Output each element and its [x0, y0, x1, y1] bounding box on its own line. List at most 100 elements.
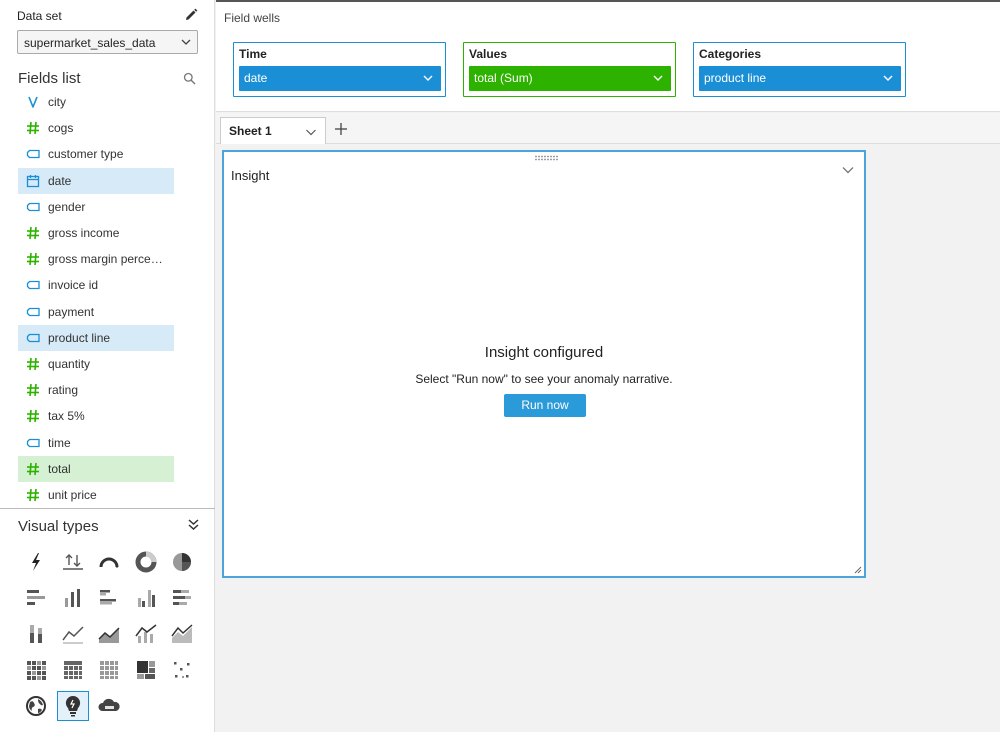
field-item-label: rating [48, 383, 79, 398]
field-item-label: gender [48, 199, 86, 214]
dataset-select-value: supermarket_sales_data [24, 36, 156, 50]
pivot-table-icon [63, 661, 82, 679]
categories-well-field[interactable]: product line [699, 66, 901, 91]
field-item-label: gross income [48, 226, 120, 241]
pencil-icon[interactable] [183, 7, 199, 23]
tab-sheet-1[interactable]: Sheet 1 [220, 117, 326, 144]
categories-well-title: Categories [699, 47, 762, 61]
measure-field-icon [27, 462, 39, 475]
scatter-plot-icon [174, 662, 190, 678]
resize-handle-icon[interactable] [854, 566, 862, 574]
field-item-label: customer type [48, 147, 124, 162]
visual-type-tree-map[interactable] [130, 655, 162, 685]
field-item[interactable]: quantity [18, 351, 174, 377]
visual-type-autograph[interactable] [20, 547, 52, 577]
drag-handle-icon[interactable] [534, 155, 558, 161]
field-item[interactable]: gross income [18, 220, 174, 246]
measure-field-icon [27, 410, 39, 423]
chevron-down-icon [653, 75, 663, 81]
field-item[interactable]: payment [18, 299, 174, 325]
dataset-select[interactable]: supermarket_sales_data [17, 30, 198, 54]
chevron-down-icon [883, 75, 893, 81]
combo-line-chart-icon [171, 624, 193, 643]
geo-field-icon [28, 96, 38, 108]
chevron-down-icon[interactable] [305, 126, 317, 138]
dimension-field-icon [26, 307, 40, 316]
field-item[interactable]: gross margin perce… [18, 246, 174, 272]
plus-icon[interactable] [334, 122, 348, 136]
measure-field-icon [27, 226, 39, 240]
fields-list-title: Fields list [18, 70, 81, 87]
chevron-down-icon [181, 39, 191, 45]
time-well-value: date [244, 71, 268, 85]
visual-type-line-chart[interactable] [57, 619, 89, 649]
field-item[interactable]: date [18, 167, 174, 194]
chevron-down-icon[interactable] [842, 164, 854, 176]
visual-type-clustered-horizontal-bar[interactable] [93, 583, 125, 613]
insight-lightbulb-icon [65, 695, 80, 717]
visual-type-geospatial-map[interactable] [20, 691, 52, 721]
field-item-label: payment [48, 304, 95, 319]
values-well-field[interactable]: total (Sum) [469, 66, 671, 91]
field-wells-bar: Field wells Time date Values total (Sum)… [216, 0, 1000, 112]
values-well-title: Values [469, 47, 508, 61]
field-item-label: date [48, 173, 72, 188]
categories-well-value: product line [704, 71, 767, 85]
double-chevron-down-icon[interactable] [187, 518, 200, 531]
field-item-label: cogs [48, 121, 74, 136]
field-item[interactable]: rating [18, 377, 174, 403]
area-line-chart-icon [98, 627, 120, 643]
measure-field-icon [27, 253, 39, 266]
visual-type-clustered-vertical-bar[interactable] [130, 583, 162, 613]
field-item-label: total [48, 461, 71, 476]
heat-map-icon [27, 661, 46, 680]
field-item[interactable]: cogs [18, 115, 174, 141]
visual-type-scatter-plot[interactable] [166, 655, 198, 685]
field-item[interactable]: city [18, 89, 174, 115]
field-wells-title: Field wells [224, 11, 281, 25]
visual-type-stacked-vertical-bar[interactable] [20, 619, 52, 649]
visual-type-heat-map[interactable] [20, 655, 52, 685]
visual-type-horizontal-bar[interactable] [20, 583, 52, 613]
categories-well: Categories product line [693, 42, 906, 97]
field-item[interactable]: total [18, 455, 174, 482]
table-icon [100, 661, 118, 679]
visual-type-word-cloud[interactable] [93, 691, 125, 721]
visual-type-vertical-bar[interactable] [57, 583, 89, 613]
field-item[interactable]: invoice id [18, 272, 174, 298]
visual-type-area-line-chart[interactable] [93, 619, 125, 649]
run-now-button[interactable]: Run now [504, 394, 586, 417]
values-well-value: total (Sum) [474, 71, 533, 85]
sheet-tabs: Sheet 1 [216, 113, 1000, 144]
field-item-label: product line [48, 330, 111, 345]
visual-type-pivot-table[interactable] [57, 655, 89, 685]
visual-type-stacked-horizontal-bar[interactable] [166, 583, 198, 613]
visual-type-pie-chart[interactable] [166, 547, 198, 577]
measure-field-icon [27, 357, 39, 371]
insight-visual[interactable]: Insight Insight configured Select "Run n… [222, 150, 866, 578]
time-well-field[interactable]: date [239, 66, 441, 91]
visual-type-combo-line-chart[interactable] [166, 619, 198, 649]
dimension-field-icon [26, 202, 40, 211]
field-item[interactable]: tax 5% [18, 403, 174, 429]
chevron-down-icon [423, 75, 433, 81]
line-chart-icon [61, 626, 84, 644]
field-item[interactable]: customer type [18, 141, 174, 167]
geospatial-map-icon [26, 696, 46, 716]
clustered-vertical-bar-icon [137, 590, 155, 607]
visual-type-kpi[interactable] [57, 547, 89, 577]
visual-type-insight-lightbulb[interactable] [56, 691, 89, 721]
field-item[interactable]: unit price [18, 482, 174, 504]
field-item[interactable]: gender [18, 194, 174, 220]
dimension-field-icon [26, 333, 40, 342]
field-item[interactable]: product line [18, 324, 174, 351]
visual-type-combo-chart[interactable] [130, 619, 162, 649]
field-item[interactable]: time [18, 429, 174, 455]
time-well-title: Time [239, 47, 267, 61]
visual-type-gauge[interactable] [93, 547, 125, 577]
search-icon[interactable] [183, 72, 196, 85]
visual-type-table[interactable] [93, 655, 125, 685]
measure-field-icon [27, 122, 39, 135]
visual-type-donut-chart[interactable] [130, 547, 162, 577]
autograph-icon [32, 553, 40, 571]
